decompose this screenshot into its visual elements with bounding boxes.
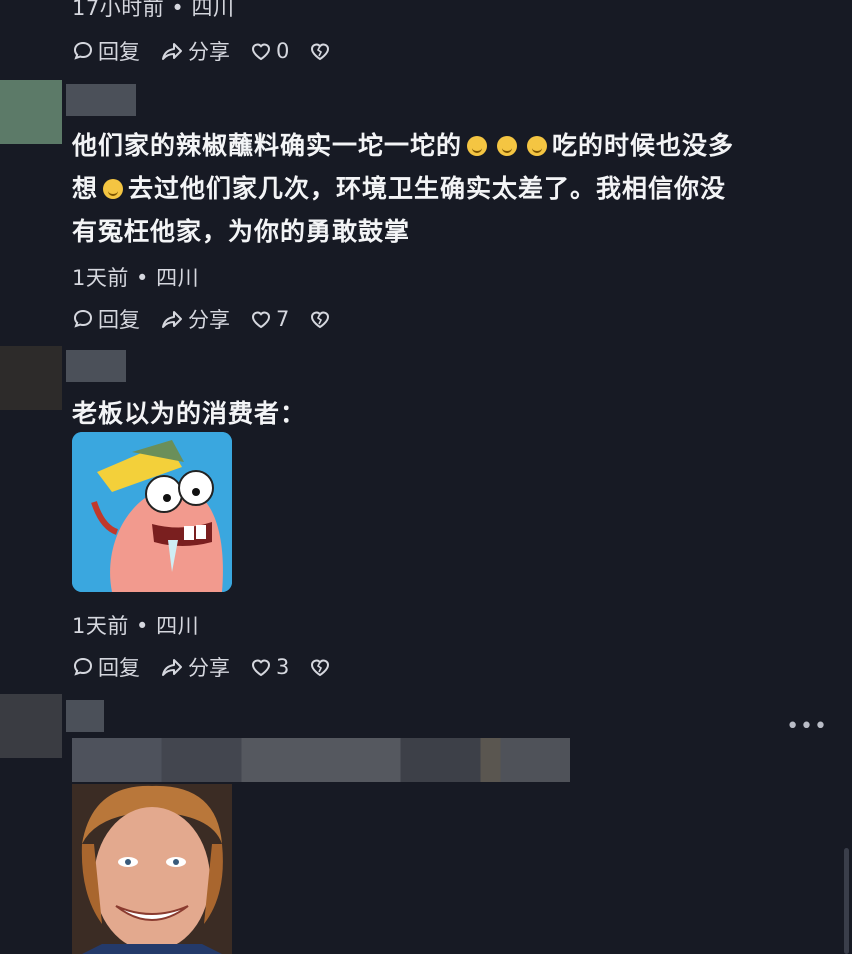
smiling-man-image	[72, 784, 232, 954]
broken-heart-icon	[311, 43, 330, 61]
reply-label: 回复	[98, 308, 140, 332]
share-icon	[162, 311, 182, 328]
comment-meta: 1天前 • 四川	[72, 266, 200, 290]
dislike-button[interactable]	[309, 656, 335, 678]
avatar[interactable]	[0, 346, 62, 410]
share-label: 分享	[188, 40, 230, 64]
share-icon	[162, 43, 182, 60]
comment-text-line: 有冤枉他家，为你的勇敢鼓掌	[72, 217, 411, 246]
meme-image[interactable]	[72, 432, 232, 592]
crying-emoji-icon	[467, 136, 488, 156]
comment-icon	[73, 309, 93, 328]
comment-text: 他们家的辣椒蘸料确实一坨一坨的 吃的时候也没多 想去过他们家几次，环境卫生确实太差…	[72, 124, 832, 253]
thinking-emoji-icon	[103, 179, 124, 199]
comment-text-line: 他们家的辣椒蘸料确实一坨一坨的	[72, 131, 463, 160]
comment-text-line: 想	[72, 174, 99, 203]
like-count: 0	[276, 39, 290, 63]
broken-heart-icon	[311, 311, 330, 329]
reply-label: 回复	[98, 40, 140, 64]
share-button[interactable]: 分享	[160, 304, 230, 334]
broken-heart-icon	[311, 659, 330, 677]
reply-button[interactable]: 回复	[72, 36, 140, 66]
comment-icon	[73, 657, 93, 676]
comment-text-redacted	[72, 738, 570, 782]
comment-actions: 回复 分享 7	[72, 304, 355, 334]
scrollbar[interactable]	[844, 848, 849, 954]
dislike-button[interactable]	[309, 308, 335, 330]
heart-icon	[251, 311, 271, 329]
avatar[interactable]	[0, 80, 62, 144]
like-count: 3	[276, 655, 290, 679]
comment-text: 老板以为的消费者：	[72, 399, 307, 428]
like-button[interactable]: 7	[250, 307, 289, 331]
comment-meta: 1天前 • 四川	[72, 614, 200, 638]
crying-emoji-icon	[497, 136, 518, 156]
like-button[interactable]: 3	[250, 655, 289, 679]
share-icon	[162, 659, 182, 676]
avatar[interactable]	[0, 694, 62, 758]
dislike-button[interactable]	[309, 40, 335, 62]
share-label: 分享	[188, 656, 230, 680]
comment-meta: 17小时前 • 四川	[72, 0, 235, 20]
cartoon-character-image	[72, 432, 232, 592]
crying-emoji-icon	[527, 136, 548, 156]
like-count: 7	[276, 307, 290, 331]
username-redacted[interactable]	[66, 84, 136, 116]
more-options-button[interactable]: •••	[786, 714, 828, 739]
username-redacted[interactable]	[66, 350, 126, 382]
comment-text-line: 去过他们家几次，环境卫生确实太差了。我相信你没	[128, 174, 727, 203]
share-label: 分享	[188, 308, 230, 332]
like-button[interactable]: 0	[250, 39, 289, 63]
comment-actions: 回复 分享 0	[72, 36, 355, 66]
comment-text-line: 吃的时候也没多	[552, 131, 735, 160]
username-redacted[interactable]	[66, 700, 104, 732]
reply-label: 回复	[98, 656, 140, 680]
share-button[interactable]: 分享	[160, 36, 230, 66]
comment-actions: 回复 分享 3	[72, 652, 355, 682]
reply-button[interactable]: 回复	[72, 652, 140, 682]
share-button[interactable]: 分享	[160, 652, 230, 682]
comment-icon	[73, 41, 93, 60]
photo-image[interactable]	[72, 784, 232, 954]
heart-icon	[251, 659, 271, 677]
heart-icon	[251, 43, 271, 61]
reply-button[interactable]: 回复	[72, 304, 140, 334]
